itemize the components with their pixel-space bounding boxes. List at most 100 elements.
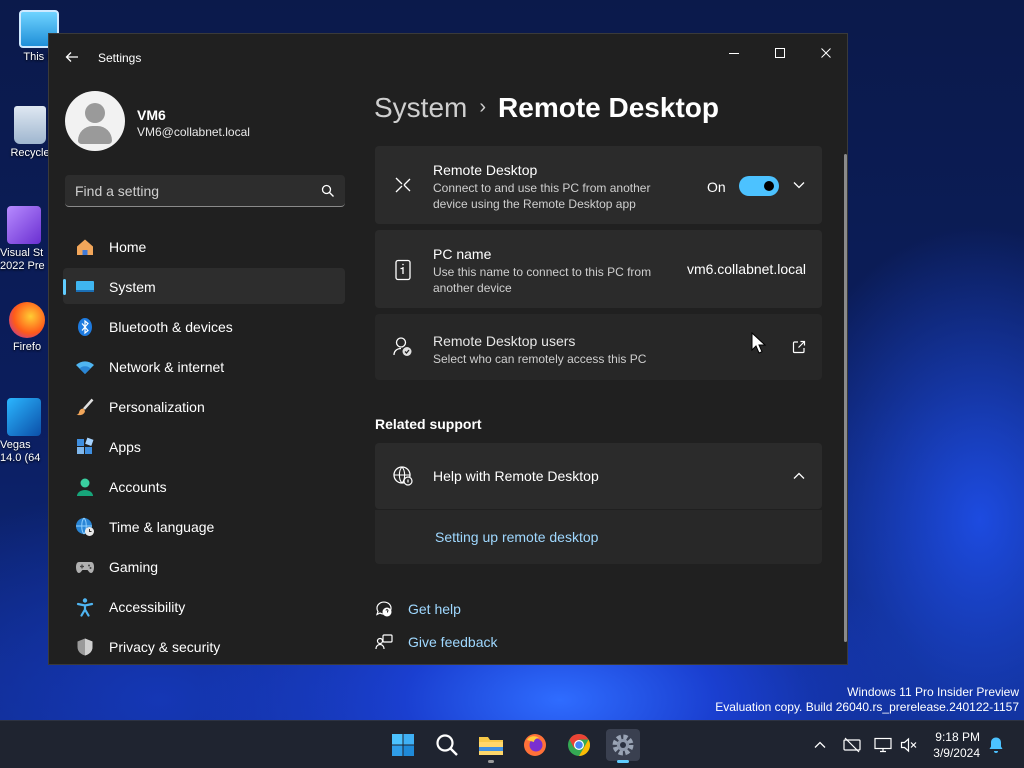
- apps-icon: [75, 437, 95, 457]
- sidebar-item-system[interactable]: System: [63, 268, 345, 304]
- remote-desktop-users-description: Select who can remotely access this PC: [433, 352, 647, 366]
- minimize-button[interactable]: [711, 38, 757, 68]
- sidebar-item-label: Gaming: [109, 559, 159, 575]
- watermark-line-1: Windows 11 Pro Insider Preview: [847, 685, 1019, 699]
- maximize-button[interactable]: [757, 38, 803, 68]
- active-indicator: [617, 760, 629, 763]
- breadcrumb-parent[interactable]: System: [374, 92, 467, 123]
- setting-up-remote-desktop-link[interactable]: Setting up remote desktop: [435, 529, 598, 545]
- taskbar-search-button[interactable]: [430, 729, 464, 761]
- sidebar-item-network[interactable]: Network & internet: [63, 348, 345, 384]
- bluetooth-icon: [75, 317, 95, 337]
- pc-name-icon: [391, 258, 415, 282]
- running-indicator: [488, 760, 494, 763]
- notification-button[interactable]: [986, 735, 1006, 755]
- user-email: VM6@collabnet.local: [137, 125, 250, 139]
- tray-network-status[interactable]: [842, 735, 862, 755]
- brush-icon: [75, 397, 95, 417]
- desktop-icon-visual-studio[interactable]: Visual St 2022 Pre: [0, 206, 48, 273]
- sidebar-item-accessibility[interactable]: Accessibility: [63, 588, 345, 624]
- help-remote-desktop-content: Setting up remote desktop: [375, 510, 822, 564]
- avatar-body: [78, 126, 112, 144]
- toggle-knob: [764, 181, 774, 191]
- back-arrow-icon: [65, 52, 78, 62]
- network-disconnected-icon: [843, 737, 861, 753]
- chevron-up-icon[interactable]: [793, 471, 805, 481]
- help-remote-desktop-header[interactable]: Help with Remote Desktop: [375, 443, 822, 509]
- desktop-icon-firefox[interactable]: Firefo: [6, 302, 48, 353]
- chrome-taskbar-button[interactable]: [562, 729, 596, 761]
- pc-name-value: vm6.collabnet.local: [686, 261, 806, 277]
- remote-desktop-card[interactable]: Remote Desktop Connect to and use this P…: [375, 146, 822, 224]
- chevron-down-icon[interactable]: [793, 180, 805, 190]
- sidebar-item-label: Accessibility: [109, 599, 186, 615]
- show-hidden-icons-button[interactable]: [810, 735, 830, 755]
- maximize-icon: [775, 48, 785, 58]
- page-title: Remote Desktop: [498, 92, 719, 123]
- taskbar-clock[interactable]: 9:18 PM 3/9/2024: [933, 729, 980, 761]
- clock-date: 3/9/2024: [933, 746, 980, 760]
- watermark-line-2: Evaluation copy. Build 26040.rs_prerelea…: [715, 700, 1019, 714]
- sidebar-item-home[interactable]: Home: [63, 228, 345, 264]
- sidebar-item-time-language[interactable]: Time & language: [63, 508, 345, 544]
- get-help-icon: [375, 601, 392, 617]
- back-button[interactable]: [61, 46, 83, 68]
- tray-volume[interactable]: [899, 735, 919, 755]
- open-external-icon[interactable]: [792, 340, 806, 354]
- sidebar-item-privacy-security[interactable]: Privacy & security: [63, 628, 345, 664]
- sidebar-item-label: Privacy & security: [109, 639, 221, 655]
- search-box[interactable]: [65, 175, 345, 207]
- pc-name-description: Use this name to connect to this PC from…: [433, 265, 652, 295]
- volume-muted-icon: [900, 737, 917, 753]
- search-icon: [436, 734, 458, 756]
- remote-desktop-toggle[interactable]: [739, 176, 779, 196]
- chrome-icon: [568, 734, 590, 756]
- desktop-icon-label: Firefo: [12, 341, 42, 353]
- evaluation-watermark: Windows 11 Pro Insider Preview Evaluatio…: [715, 685, 1019, 715]
- chevron-up-icon: [814, 741, 826, 748]
- get-help-label: Get help: [408, 601, 461, 617]
- globe-clock-icon: [75, 517, 95, 537]
- wifi-icon: [75, 357, 95, 377]
- user-name: VM6: [137, 107, 166, 123]
- pc-name-title: PC name: [433, 246, 492, 262]
- remote-desktop-title: Remote Desktop: [433, 162, 538, 178]
- close-button[interactable]: [803, 38, 847, 68]
- desktop-icon-vegas[interactable]: Vegas 14.0 (64: [0, 398, 48, 465]
- sidebar-item-accounts[interactable]: Accounts: [63, 468, 345, 504]
- window-title: Settings: [98, 51, 142, 65]
- avatar-head: [85, 103, 105, 123]
- gamepad-icon: [75, 557, 95, 577]
- settings-window: Settings VM6 VM6@collabnet.local Home: [48, 33, 848, 665]
- sidebar-item-bluetooth[interactable]: Bluetooth & devices: [63, 308, 345, 344]
- search-icon[interactable]: [321, 184, 335, 198]
- file-explorer-icon: [479, 737, 503, 755]
- sidebar-item-label: Accounts: [109, 479, 167, 495]
- clock-time: 9:18 PM: [935, 730, 980, 744]
- breadcrumb-separator: ›: [479, 96, 487, 118]
- content-scrollbar[interactable]: [844, 154, 847, 642]
- sidebar-item-label: Network & internet: [109, 359, 225, 375]
- settings-taskbar-button[interactable]: [606, 729, 640, 763]
- accounts-icon: [75, 477, 95, 497]
- users-icon: [391, 335, 415, 359]
- mouse-cursor-icon: [751, 332, 767, 354]
- sidebar-item-label: Apps: [109, 439, 141, 455]
- start-button[interactable]: [386, 729, 420, 761]
- visual-studio-icon: [7, 206, 41, 244]
- help-remote-desktop-title: Help with Remote Desktop: [433, 468, 599, 484]
- title-bar[interactable]: Settings: [49, 34, 847, 82]
- sidebar-item-label: Bluetooth & devices: [109, 319, 233, 335]
- sidebar-item-apps[interactable]: Apps: [63, 428, 345, 464]
- sidebar-item-label: Personalization: [109, 399, 205, 415]
- start-icon: [392, 734, 414, 756]
- shield-icon: [75, 637, 95, 657]
- sidebar-item-personalization[interactable]: Personalization: [63, 388, 345, 424]
- sidebar-item-gaming[interactable]: Gaming: [63, 548, 345, 584]
- firefox-icon: [9, 302, 45, 338]
- search-input[interactable]: [75, 182, 315, 200]
- give-feedback-label: Give feedback: [408, 634, 498, 650]
- tray-display[interactable]: [873, 735, 893, 755]
- file-explorer-button[interactable]: [474, 729, 508, 763]
- firefox-taskbar-button[interactable]: [518, 729, 552, 761]
